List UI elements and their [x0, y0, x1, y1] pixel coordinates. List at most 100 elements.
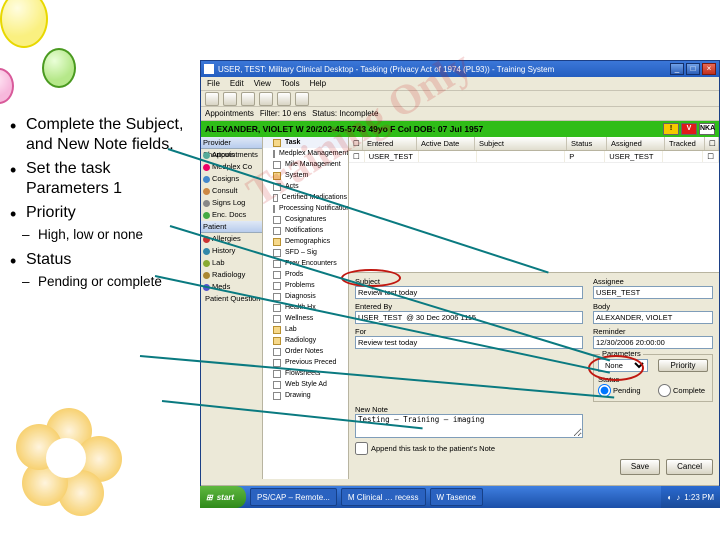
col-end: ☐ [705, 137, 719, 150]
toolbar-button[interactable] [295, 92, 309, 106]
task-row[interactable]: ☐ USER_TEST P USER_TEST ☐ [349, 151, 719, 163]
tree-item[interactable]: Web Style Ad [263, 379, 348, 390]
sidebar-item[interactable]: Cosigns [201, 173, 262, 185]
toolbar-button[interactable] [241, 92, 255, 106]
toolbar [201, 91, 719, 107]
tree-item[interactable]: Order Notes [263, 346, 348, 357]
col-assigned[interactable]: Assigned [607, 137, 665, 150]
toolbar-button[interactable] [277, 92, 291, 106]
main-area: ☐ Entered Active Date Subject Status Ass… [349, 137, 719, 479]
tray-icon[interactable]: ◐ [667, 493, 672, 502]
nka-badge[interactable]: NKA [699, 123, 715, 135]
sidebar-item[interactable]: Patient Question [201, 293, 262, 305]
subject-input[interactable] [355, 286, 583, 299]
close-button[interactable]: × [702, 63, 716, 75]
priority-select[interactable]: None [598, 359, 648, 372]
infobar: Appointments Filter: 10 ens Status: Inco… [201, 107, 719, 121]
tree-item[interactable]: Certified Medications [263, 192, 348, 203]
task-list-empty [349, 163, 719, 273]
maximize-button[interactable]: □ [686, 63, 700, 75]
sidebar-item[interactable]: Consult [201, 185, 262, 197]
col-checkbox[interactable]: ☐ [349, 137, 363, 150]
cancel-button[interactable]: Cancel [666, 459, 713, 475]
parameters-group: Parameters None Priority [593, 354, 713, 402]
patient-line: ALEXANDER, VIOLET W 20/202-45-5743 49yo … [205, 124, 483, 134]
instruction-panel: Complete the Subject, and New Note field… [0, 0, 200, 540]
newnote-input[interactable] [355, 414, 583, 438]
tree-item[interactable]: Health Hx [263, 302, 348, 313]
for-input[interactable] [355, 336, 583, 349]
tree-item[interactable]: Diagnosis [263, 291, 348, 302]
tree-item[interactable]: Prev Encounters [263, 258, 348, 269]
patient-banner: ALEXANDER, VIOLET W 20/202-45-5743 49yo … [201, 121, 719, 137]
toolbar-button[interactable] [223, 92, 237, 106]
minimize-button[interactable]: _ [670, 63, 684, 75]
append-option[interactable]: Append this task to the patient's Note [355, 442, 583, 455]
append-checkbox[interactable] [355, 442, 368, 455]
sidebar-item[interactable]: Radiology [201, 269, 262, 281]
tree-item[interactable]: Processing Notifications [263, 203, 348, 214]
menu-help[interactable]: Help [310, 79, 326, 88]
tree-item[interactable]: Wellness [263, 313, 348, 324]
tree-item[interactable]: System [263, 170, 348, 181]
windows-taskbar: ⊞ start PS/CAP – Remote... M Clinical … … [200, 486, 720, 508]
sidebar-item[interactable]: Enc. Docs [201, 209, 262, 221]
task-form: Subject Assignee Entered By [349, 273, 719, 479]
body-label: Body [593, 302, 713, 311]
clock: 1:23 PM [684, 493, 714, 502]
menu-view[interactable]: View [254, 79, 271, 88]
tree-item[interactable]: Task [263, 137, 348, 148]
tree-item[interactable]: SFD – Sig [263, 247, 348, 258]
toolbar-button[interactable] [205, 92, 219, 106]
sidebar-header-shortcuts: Provider Shortcuts [201, 137, 262, 149]
infobar-status: Status: Incomplete [312, 109, 378, 118]
taskbar-item[interactable]: PS/CAP – Remote... [250, 488, 337, 506]
tray-icon[interactable]: ♪ [676, 493, 680, 502]
priority-button[interactable]: Priority [658, 359, 708, 372]
tree-item[interactable]: Drawing [263, 390, 348, 401]
tree-item[interactable]: Cosignatures [263, 214, 348, 225]
menu-tools[interactable]: Tools [281, 79, 300, 88]
menu-file[interactable]: File [207, 79, 220, 88]
sidebar-item[interactable]: Allergies [201, 233, 262, 245]
start-button[interactable]: ⊞ start [200, 486, 246, 508]
assignee-input[interactable] [593, 286, 713, 299]
sidebar-item[interactable]: Signs Log [201, 197, 262, 209]
tree-item[interactable]: Notifications [263, 225, 348, 236]
tree-item[interactable]: Mile Management [263, 159, 348, 170]
status-pending-option[interactable]: Pending [598, 384, 648, 397]
menu-edit[interactable]: Edit [230, 79, 244, 88]
status-complete-option[interactable]: Complete [658, 384, 708, 397]
status-pending-radio[interactable] [598, 384, 611, 397]
sidebar-item[interactable]: Lab [201, 257, 262, 269]
tree-item[interactable]: Prods [263, 269, 348, 280]
col-entered[interactable]: Entered [363, 137, 417, 150]
alert-badge[interactable]: ! [663, 123, 679, 135]
newnote-label: New Note [355, 405, 583, 414]
sidebar-item[interactable]: History [201, 245, 262, 257]
tree-item[interactable]: Demographics [263, 236, 348, 247]
col-active[interactable]: Active Date [417, 137, 475, 150]
tree-item[interactable]: Radiology [263, 335, 348, 346]
toolbar-button[interactable] [259, 92, 273, 106]
v-badge[interactable]: V [681, 123, 697, 135]
col-subject[interactable]: Subject [475, 137, 567, 150]
taskbar-item[interactable]: M Clinical … recess [341, 488, 426, 506]
taskbar-item[interactable]: W Tasence [430, 488, 483, 506]
tree-item[interactable]: Previous Preced [263, 357, 348, 368]
app-icon [204, 64, 214, 74]
col-tracked[interactable]: Tracked [665, 137, 705, 150]
sidebar-item[interactable]: Meds [201, 281, 262, 293]
status-complete-radio[interactable] [658, 384, 671, 397]
body-input[interactable] [593, 311, 713, 324]
reminder-input[interactable] [593, 336, 713, 349]
system-tray[interactable]: ◐ ♪ 1:23 PM [661, 486, 720, 508]
sidebar-item[interactable]: Medplex Co [201, 161, 262, 173]
tree-item[interactable]: Medplex Management [263, 148, 348, 159]
tree-item[interactable]: Lab [263, 324, 348, 335]
col-status[interactable]: Status [567, 137, 607, 150]
tree-item[interactable]: Flowsheets [263, 368, 348, 379]
save-button[interactable]: Save [620, 459, 660, 475]
tree-item[interactable]: Problems [263, 280, 348, 291]
tree-item[interactable]: Acts [263, 181, 348, 192]
